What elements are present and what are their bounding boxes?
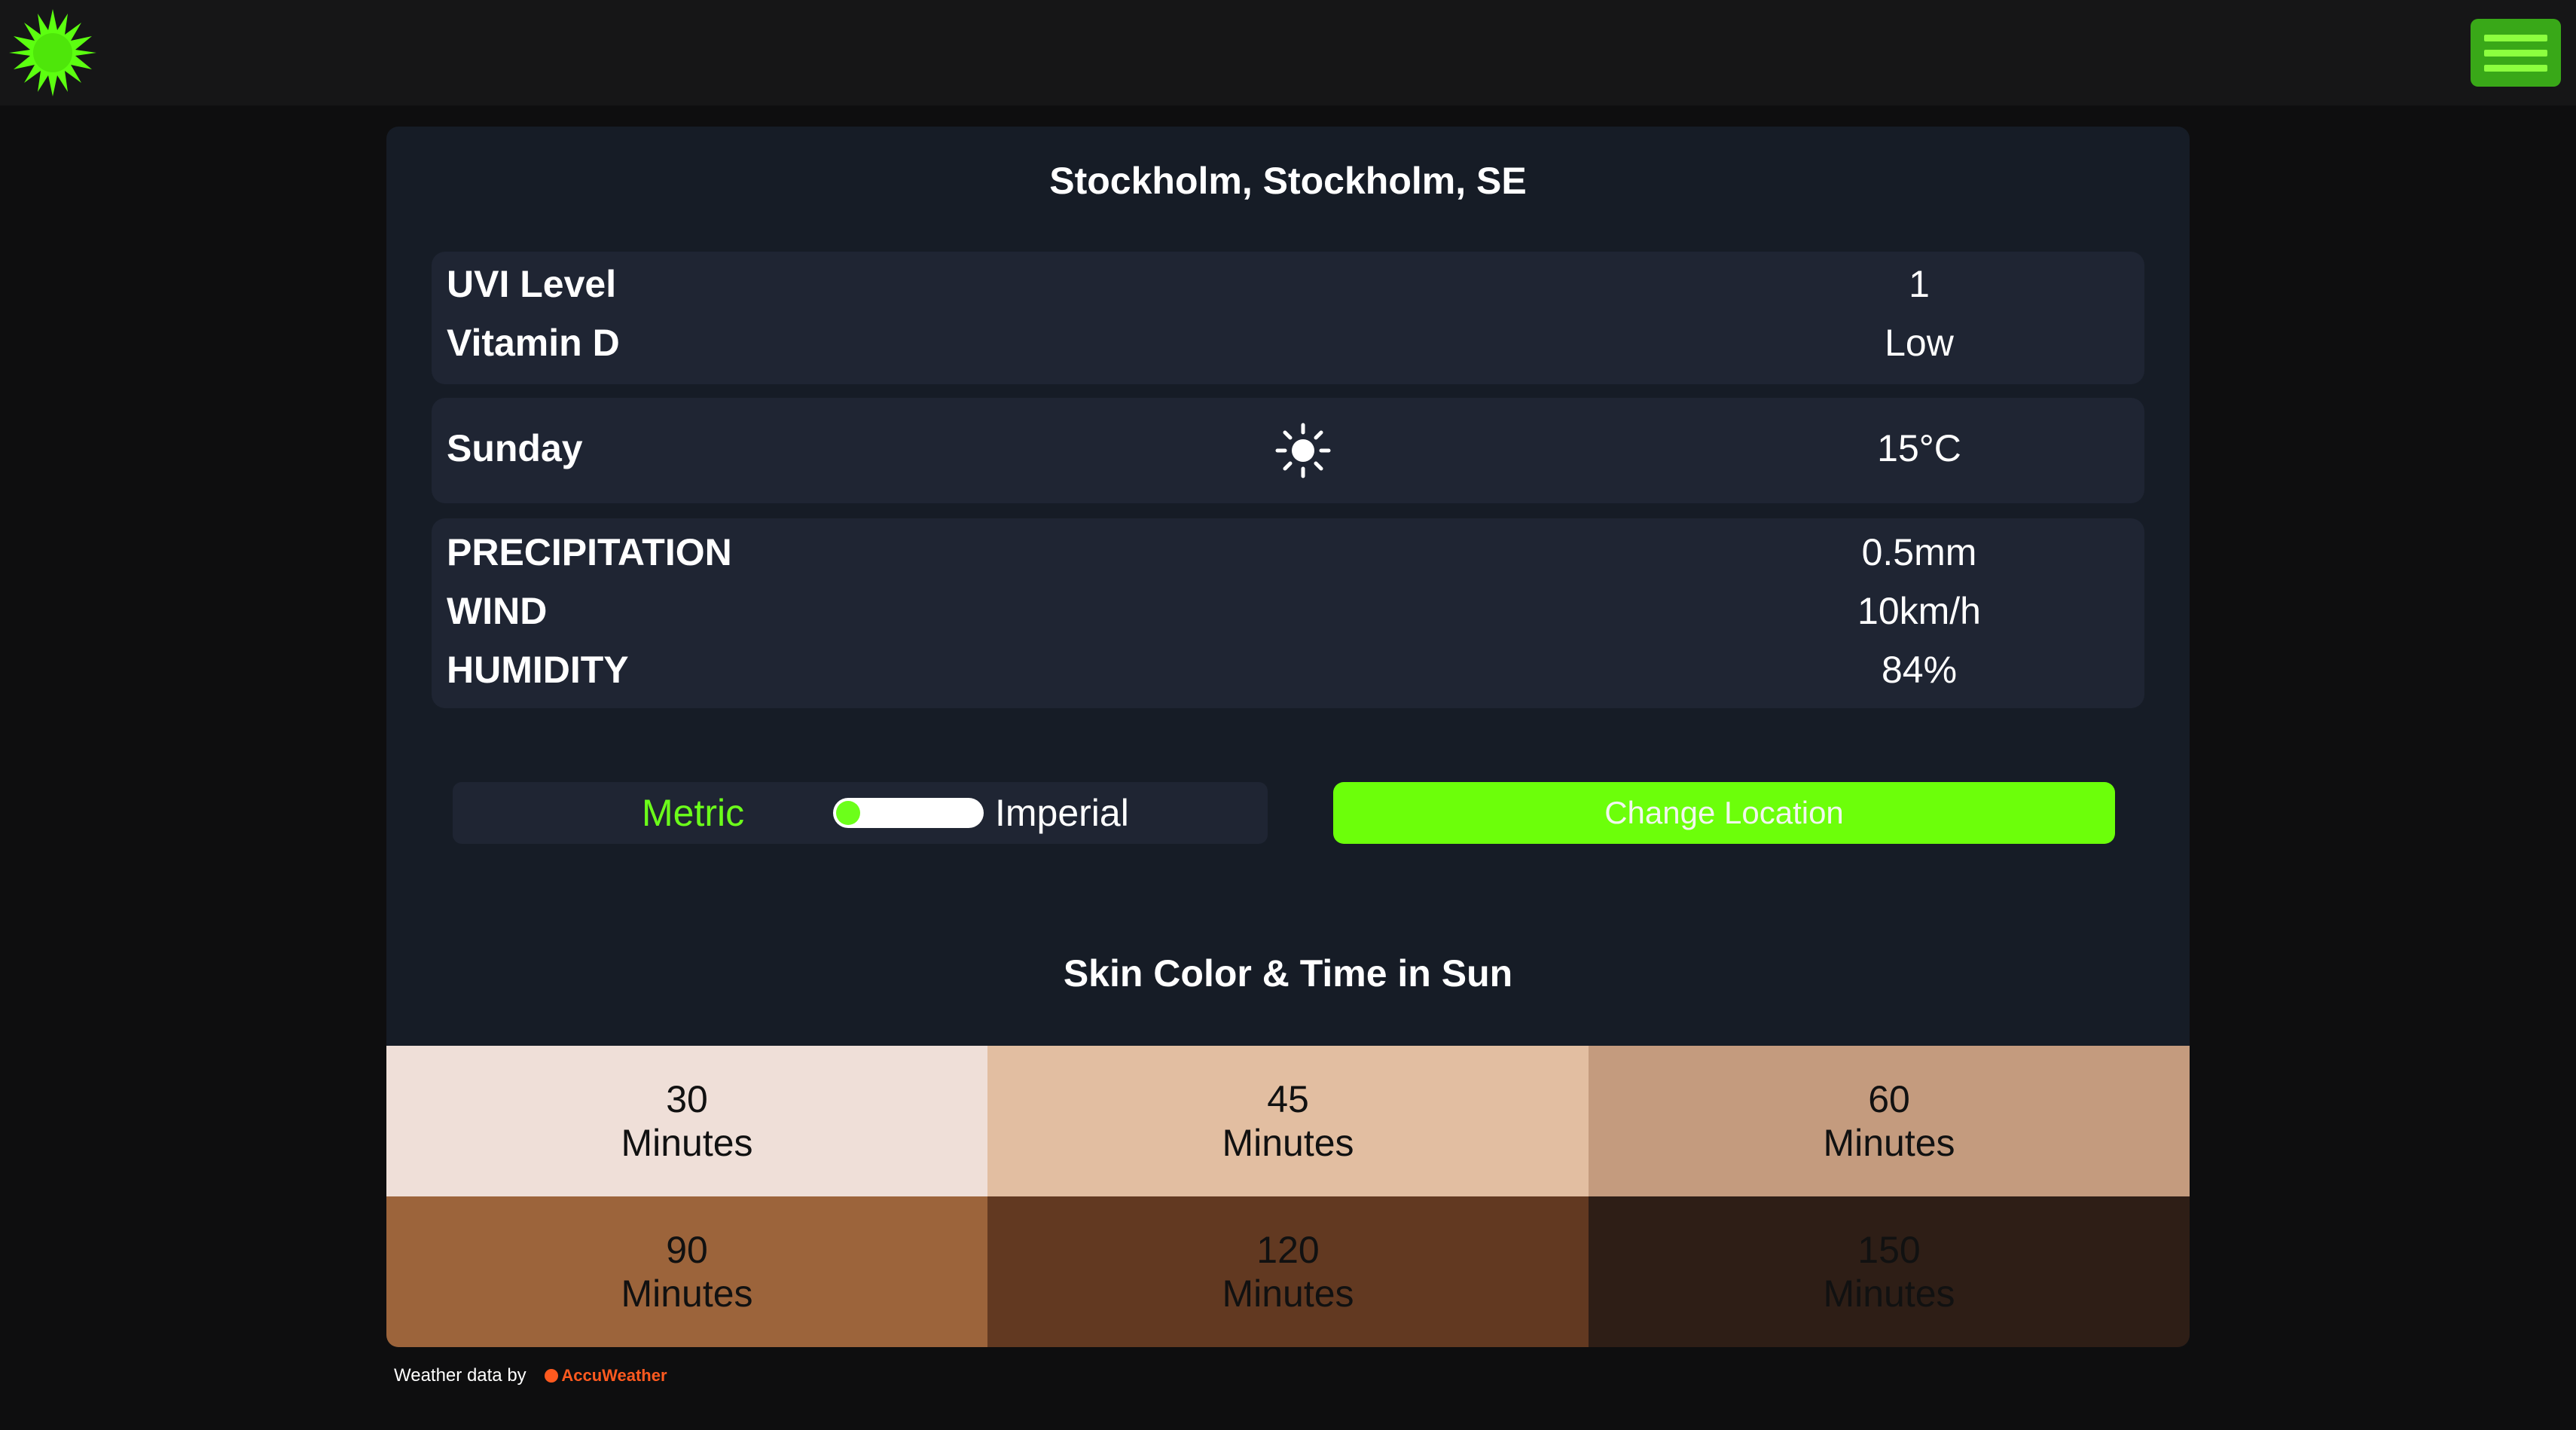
wind-label: WIND: [447, 590, 548, 632]
vitamin-d-label: Vitamin D: [447, 322, 620, 364]
top-bar: [0, 0, 2576, 105]
hamburger-menu-button[interactable]: [2471, 19, 2561, 87]
skin-minutes: 60: [1868, 1078, 1910, 1120]
wind-value: 10km/h: [1857, 590, 1981, 632]
change-location-button[interactable]: Change Location: [1333, 782, 2115, 844]
skin-unit: Minutes: [1823, 1122, 1955, 1164]
skin-minutes: 45: [1267, 1078, 1309, 1120]
sun-icon: [1275, 423, 1331, 478]
skin-minutes: 150: [1857, 1229, 1921, 1271]
accuweather-logo-icon: [545, 1369, 559, 1383]
precipitation-label: PRECIPITATION: [447, 531, 732, 573]
skin-cell-1: 30 Minutes: [386, 1046, 987, 1196]
skin-cell-6: 150 Minutes: [1589, 1196, 2190, 1347]
unit-switch-knob[interactable]: [836, 801, 860, 825]
skin-unit: Minutes: [1823, 1273, 1955, 1315]
green-sun-logo-icon[interactable]: [8, 8, 98, 98]
skin-minutes: 120: [1256, 1229, 1320, 1271]
unit-toggle: Metric Imperial: [453, 782, 1268, 844]
weather-card: Stockholm, Stockholm, SE UVI Level 1 Vit…: [386, 127, 2190, 1347]
humidity-value: 84%: [1881, 649, 1958, 691]
skin-unit: Minutes: [1222, 1273, 1354, 1315]
skin-section-title: Skin Color & Time in Sun: [1063, 952, 1513, 995]
uvi-value: 1: [1909, 263, 1930, 305]
skin-cell-3: 60 Minutes: [1589, 1046, 2190, 1196]
menu-line: [2484, 49, 2547, 57]
forecast-day: Sunday: [447, 427, 583, 469]
uvi-label: UVI Level: [447, 263, 617, 305]
skin-unit: Minutes: [621, 1273, 753, 1315]
unit-switch[interactable]: [833, 798, 984, 828]
forecast-temperature: 15°C: [1877, 427, 1961, 469]
forecast-panel: Sunday 15°C: [432, 398, 2144, 503]
menu-line: [2484, 64, 2547, 72]
location-title: Stockholm, Stockholm, SE: [1049, 160, 1527, 202]
uv-panel: UVI Level 1 Vitamin D Low: [432, 252, 2144, 384]
accuweather-label: AccuWeather: [561, 1366, 667, 1385]
metric-label[interactable]: Metric: [642, 791, 744, 835]
footer-text: Weather data by: [394, 1365, 526, 1386]
skin-cell-5: 120 Minutes: [987, 1196, 1589, 1347]
skin-cell-4: 90 Minutes: [386, 1196, 987, 1347]
vitamin-d-value: Low: [1885, 322, 1954, 364]
humidity-label: HUMIDITY: [447, 649, 629, 691]
skin-minutes: 30: [666, 1078, 708, 1120]
precipitation-value: 0.5mm: [1861, 531, 1977, 573]
skin-grid: 30 Minutes 45 Minutes 60 Minutes 90 Minu…: [386, 1046, 2190, 1347]
accuweather-link[interactable]: AccuWeather: [545, 1366, 667, 1385]
skin-unit: Minutes: [621, 1122, 753, 1164]
details-panel: PRECIPITATION 0.5mm WIND 10km/h HUMIDITY…: [432, 518, 2144, 708]
skin-cell-2: 45 Minutes: [987, 1046, 1589, 1196]
menu-line: [2484, 34, 2547, 41]
skin-unit: Minutes: [1222, 1122, 1354, 1164]
footer: Weather data by AccuWeather: [394, 1365, 667, 1386]
skin-minutes: 90: [666, 1229, 708, 1271]
imperial-label[interactable]: Imperial: [995, 791, 1129, 835]
